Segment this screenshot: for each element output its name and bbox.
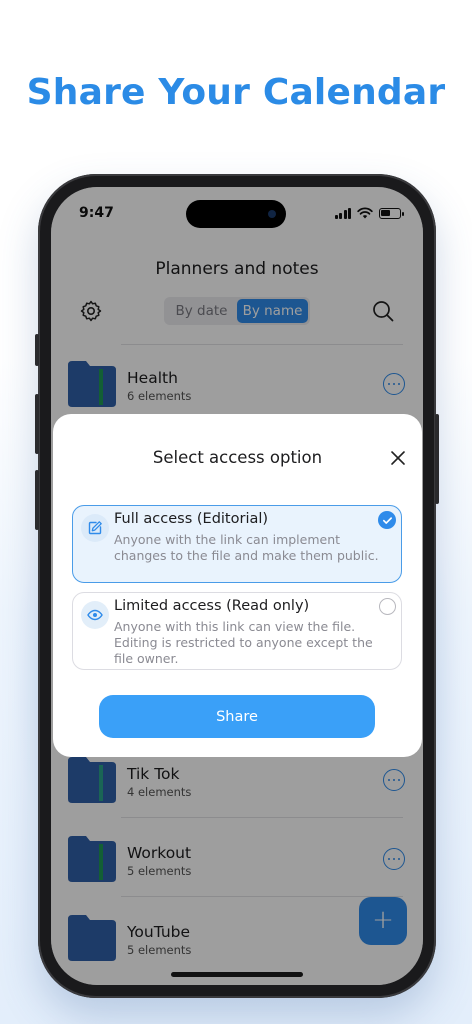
option-description: Anyone with the link can implement chang… bbox=[114, 532, 379, 563]
close-icon[interactable] bbox=[390, 450, 406, 466]
radio-button[interactable] bbox=[379, 598, 396, 615]
option-full-access[interactable]: Full access (Editorial) Anyone with the … bbox=[72, 505, 402, 583]
home-indicator bbox=[171, 972, 303, 977]
dialog-title: Select access option bbox=[152, 448, 323, 467]
volume-down-button bbox=[35, 470, 39, 530]
share-button[interactable]: Share bbox=[99, 695, 375, 738]
option-title: Limited access (Read only) bbox=[114, 598, 310, 614]
option-title: Full access (Editorial) bbox=[114, 511, 269, 527]
edit-icon bbox=[81, 514, 109, 542]
option-limited-access[interactable]: Limited access (Read only) Anyone with t… bbox=[72, 592, 402, 670]
power-button bbox=[435, 414, 439, 504]
checkmark-icon[interactable] bbox=[378, 511, 396, 529]
volume-up-button bbox=[35, 394, 39, 454]
promo-headline: Share Your Calendar bbox=[26, 72, 446, 113]
option-description: Anyone with this link can view the file.… bbox=[114, 619, 373, 666]
eye-icon bbox=[81, 601, 109, 629]
mute-switch bbox=[35, 334, 39, 366]
access-option-dialog: Select access option Full access (Editor… bbox=[53, 414, 422, 757]
